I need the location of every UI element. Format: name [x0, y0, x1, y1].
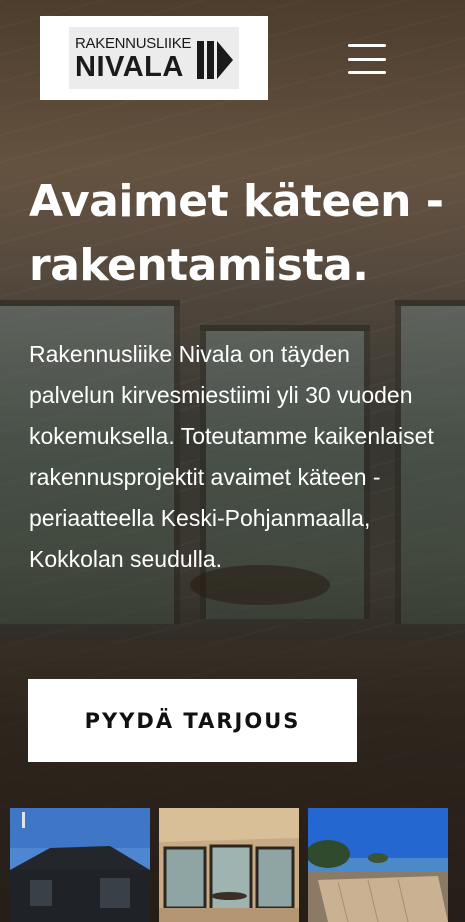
site-header: RAKENNUSLIIKE NIVALA	[0, 0, 465, 120]
wooden-deck-seaview-photo[interactable]	[308, 808, 448, 922]
menu-line	[348, 71, 386, 74]
dark-house-exterior-photo[interactable]	[10, 808, 150, 922]
menu-line	[348, 57, 386, 61]
interior-windows-photo[interactable]	[159, 808, 299, 922]
photo-gallery	[0, 808, 465, 922]
logo: RAKENNUSLIIKE NIVALA	[69, 27, 239, 89]
site-logo-link[interactable]: RAKENNUSLIIKE NIVALA	[40, 16, 268, 100]
hero-title: Avaimet käteen -rakentamista.	[29, 176, 444, 291]
logo-top-text: RAKENNUSLIIKE	[75, 35, 192, 52]
hamburger-menu-icon[interactable]	[348, 44, 386, 74]
menu-line	[348, 44, 386, 47]
hero-description: Rakennusliike Nivala on täyden palvelun …	[29, 341, 434, 572]
logo-main-text: NIVALA	[75, 51, 184, 83]
request-quote-button[interactable]: PYYDÄ TARJOUS	[28, 679, 357, 762]
logo-arrow-icon	[197, 41, 233, 79]
